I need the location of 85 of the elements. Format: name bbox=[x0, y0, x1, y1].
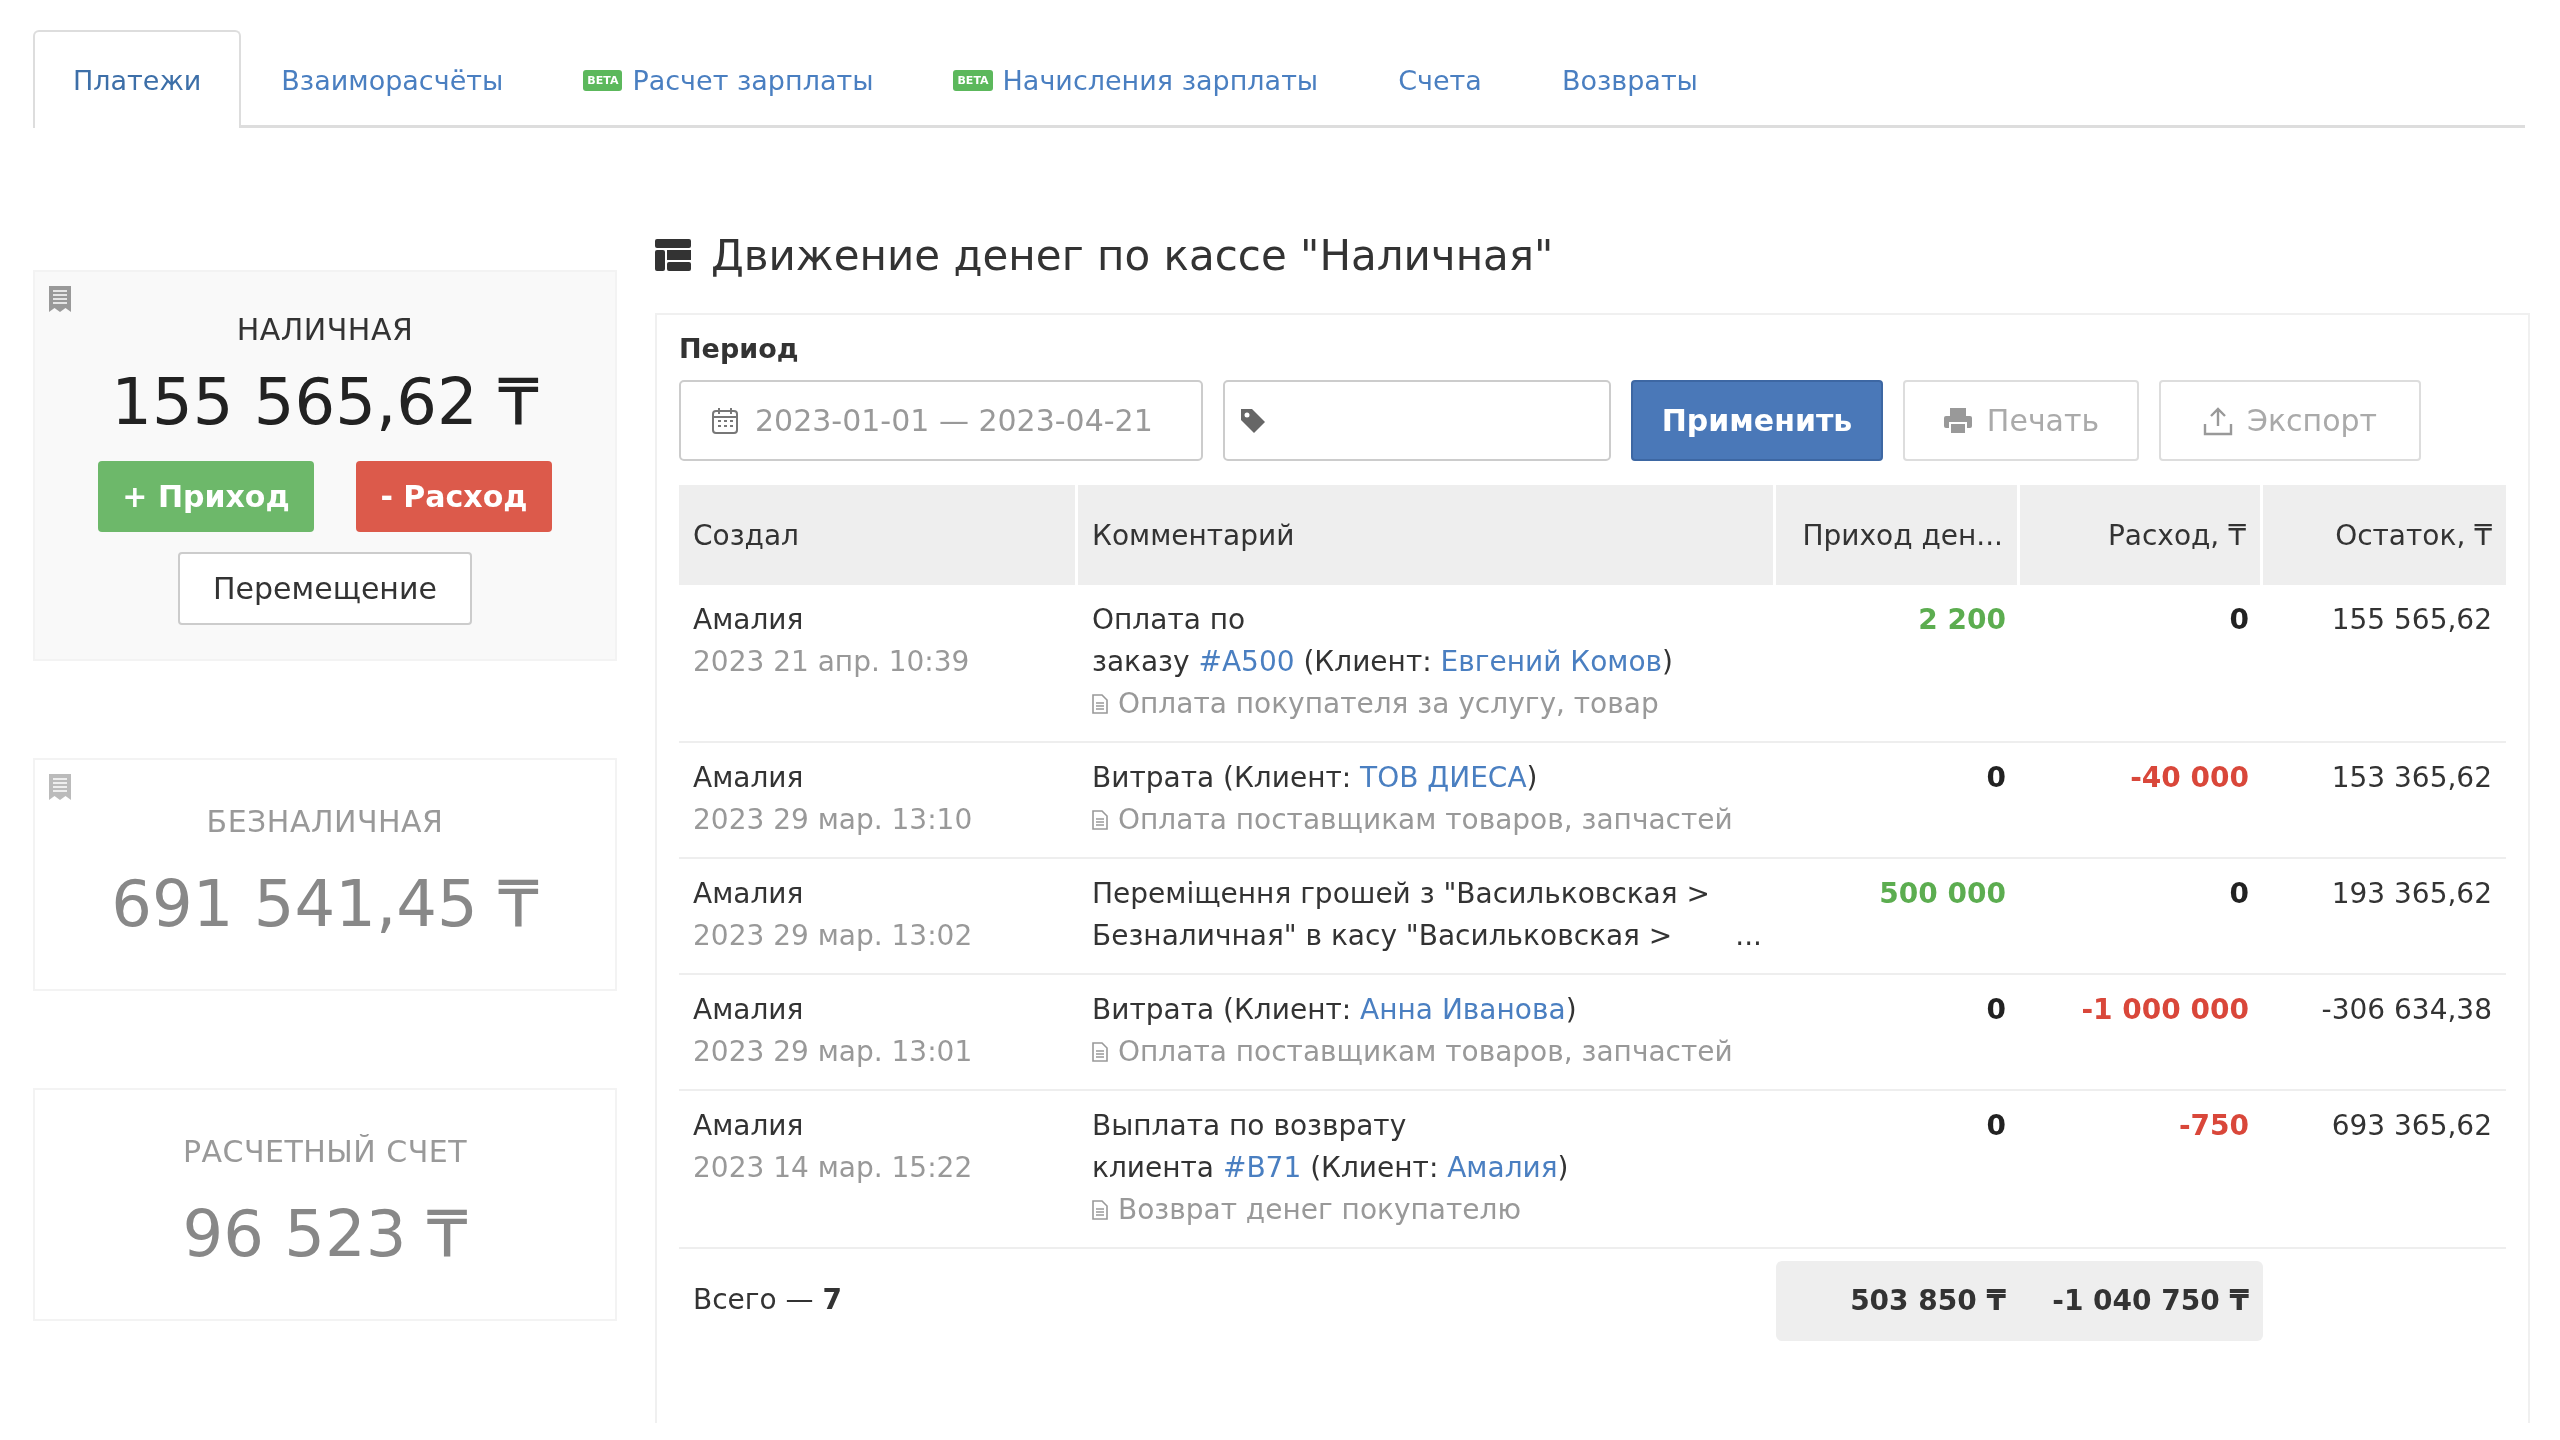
link[interactable]: Анна Иванова bbox=[1360, 993, 1566, 1026]
beta-badge: BETA bbox=[953, 69, 993, 91]
register-balance: 691 541,45 ₸ bbox=[111, 867, 539, 941]
date-range-field[interactable]: 2023-01-01 — 2023-04-21 bbox=[679, 380, 1203, 461]
transfer-button[interactable]: Перемещение bbox=[178, 552, 472, 625]
category-note: Возврат денег покупателю bbox=[1118, 1192, 1521, 1228]
author-name: Амалия bbox=[693, 1108, 805, 1144]
author-name: Амалия bbox=[693, 760, 805, 796]
calendar-icon bbox=[711, 406, 739, 435]
tab[interactable]: Взаиморасчёты bbox=[241, 30, 544, 128]
register-card[interactable]: НАЛИЧНАЯ 155 565,62 ₸ + Приход - Расход Перемещение bbox=[33, 270, 617, 661]
income-amount: 0 bbox=[1985, 992, 2007, 1028]
register-balance: 155 565,62 ₸ bbox=[111, 365, 539, 439]
comment-text: Оплата по заказу #A500 (Клиент: Евгений Комов) bbox=[1092, 602, 1673, 680]
period-label: Период bbox=[679, 333, 800, 364]
author-name: Амалия bbox=[693, 992, 805, 1028]
apply-button[interactable]: Применить bbox=[1631, 380, 1883, 461]
print-button[interactable]: Печать bbox=[1903, 380, 2139, 461]
tag-filter-field[interactable] bbox=[1223, 380, 1611, 461]
link[interactable]: Евгений Комов bbox=[1440, 645, 1663, 678]
balance-amount: 153 365,62 bbox=[2330, 760, 2493, 796]
register-card[interactable]: БЕЗНАЛИЧНАЯ 691 541,45 ₸ bbox=[33, 758, 617, 991]
upload-icon bbox=[2202, 405, 2233, 436]
comment-text: Витрата (Клиент: ТОВ ДИЕСА) bbox=[1092, 760, 1538, 796]
balance-amount: 693 365,62 bbox=[2330, 1108, 2493, 1144]
column-header[interactable]: Остаток, ₸ bbox=[2263, 485, 2506, 585]
register-balance: 96 523 ₸ bbox=[182, 1197, 468, 1271]
category-note: Оплата поставщикам товаров, запчастей bbox=[1118, 802, 1733, 838]
link[interactable]: #B71 bbox=[1222, 1151, 1302, 1184]
income-amount: 2 200 bbox=[1917, 602, 2007, 638]
balance-amount: 193 365,62 bbox=[2330, 876, 2493, 912]
expense-amount: 0 bbox=[2228, 602, 2250, 638]
column-header[interactable]: Создал bbox=[679, 485, 1078, 585]
tab[interactable]: Счета bbox=[1358, 30, 1522, 128]
tab[interactable]: Возвраты bbox=[1521, 30, 1738, 128]
expense-amount: -1 000 000 bbox=[2080, 992, 2250, 1028]
created-date: 2023 21 апр. 10:39 bbox=[693, 644, 971, 680]
register-name: БЕЗНАЛИЧНАЯ bbox=[206, 804, 444, 839]
register-name: РАСЧЕТНЫЙ СЧЕТ bbox=[182, 1134, 468, 1169]
author-name: Амалия bbox=[693, 876, 805, 912]
comment-text: Выплата по возврату клиента #B71 (Клиент: Амалия) bbox=[1092, 1108, 1569, 1186]
created-date: 2023 29 мар. 13:01 bbox=[693, 1034, 974, 1070]
income-amount: 0 bbox=[1985, 760, 2007, 796]
expense-total: -1 040 750 ₸ bbox=[2051, 1283, 2250, 1319]
total-count: Всего — 7 bbox=[693, 1283, 842, 1316]
created-date: 2023 14 мар. 15:22 bbox=[693, 1150, 974, 1186]
tab[interactable]: BETA Начисления зарплаты bbox=[913, 30, 1359, 128]
export-button[interactable]: Экспорт bbox=[2159, 380, 2421, 461]
income-total: 503 850 ₸ bbox=[1849, 1283, 2007, 1319]
income-amount: 500 000 bbox=[1878, 876, 2007, 912]
beta-badge: BETA bbox=[583, 69, 623, 91]
document-icon bbox=[1092, 810, 1108, 830]
category-note: Оплата покупателя за услугу, товар bbox=[1118, 686, 1659, 722]
link[interactable]: ТОВ ДИЕСА bbox=[1360, 761, 1527, 794]
column-header[interactable]: Комментарий bbox=[1078, 485, 1776, 585]
tab[interactable]: BETA Расчет зарплаты bbox=[543, 30, 914, 128]
balance-amount: -306 634,38 bbox=[2320, 992, 2493, 1028]
table-icon bbox=[655, 239, 691, 271]
document-icon bbox=[1092, 1200, 1108, 1220]
income-button[interactable]: + Приход bbox=[98, 461, 314, 532]
author-name: Амалия bbox=[693, 602, 805, 638]
tab[interactable]: Платежи bbox=[33, 30, 242, 128]
comment-text: Витрата (Клиент: Анна Иванова) bbox=[1092, 992, 1577, 1028]
category-note: Оплата поставщикам товаров, запчастей bbox=[1118, 1034, 1733, 1070]
expense-amount: -750 bbox=[2177, 1108, 2250, 1144]
created-date: 2023 29 мар. 13:10 bbox=[693, 802, 974, 838]
income-amount: 0 bbox=[1985, 1108, 2007, 1144]
expense-amount: -40 000 bbox=[2129, 760, 2250, 796]
link[interactable]: Амалия bbox=[1447, 1151, 1558, 1184]
created-date: 2023 29 мар. 13:02 bbox=[693, 918, 974, 954]
more-link[interactable]: ... bbox=[1735, 915, 1762, 957]
register-name: НАЛИЧНАЯ bbox=[236, 312, 414, 347]
expense-amount: 0 bbox=[2228, 876, 2250, 912]
expense-button[interactable]: - Расход bbox=[356, 461, 552, 532]
printer-icon bbox=[1942, 406, 1973, 435]
tag-icon bbox=[1239, 406, 1267, 435]
link[interactable]: #A500 bbox=[1198, 645, 1295, 678]
page-title: Движение денег по кассе "Наличная" bbox=[711, 230, 1554, 280]
register-card[interactable]: РАСЧЕТНЫЙ СЧЕТ 96 523 ₸ bbox=[33, 1088, 617, 1321]
comment-text: Переміщення грошей з "Васильковская > Безналичная" в касу "Васильковская > bbox=[1092, 876, 1710, 954]
document-icon bbox=[1092, 1042, 1108, 1062]
balance-amount: 155 565,62 bbox=[2330, 602, 2493, 638]
column-header[interactable]: Расход, ₸ bbox=[2020, 485, 2263, 585]
document-icon bbox=[1092, 694, 1108, 714]
column-header[interactable]: Приход ден... bbox=[1776, 485, 2020, 585]
